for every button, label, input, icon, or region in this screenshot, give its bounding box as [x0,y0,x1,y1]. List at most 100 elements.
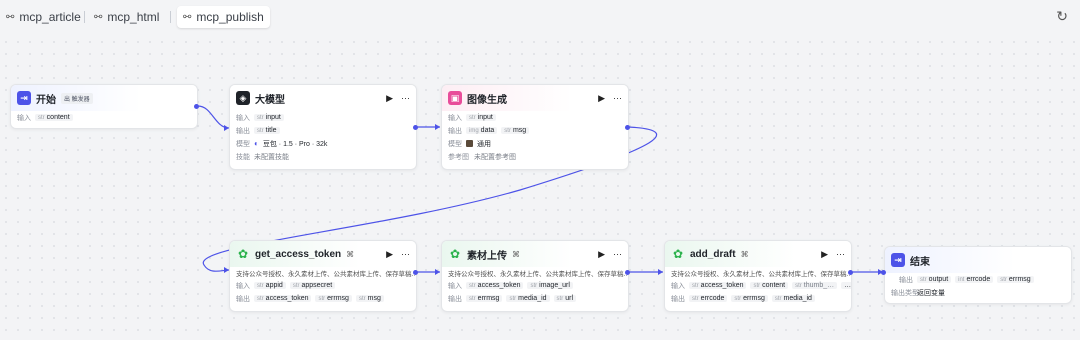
type-tag: str [257,295,264,302]
input-row: 输入 str input [442,111,628,124]
type-tag: str [504,127,511,134]
type-tag: str [257,282,264,289]
node-get-access-token[interactable]: ✿ get_access_token ⌘ ▶ ··· 支持公众号授权、永久素材上传… [229,240,417,312]
node-image-gen[interactable]: ▣ 图像生成 ▶ ··· 输入 str input 输出 img data str ms… [441,84,629,170]
variable-name: appid [265,282,283,289]
variable-chip: str errcode [689,295,728,302]
node-end[interactable]: ⇥ 结束 输出 str output int errcode str errmsg 输… [884,246,1072,304]
node-title: add_draft [690,248,736,260]
row-label: 输入 [17,114,31,122]
node-llm[interactable]: ◈ 大模型 ▶ ··· 输入 str input 输出 str title 模型 ◐ … [229,84,417,170]
output-port[interactable] [413,125,418,130]
variable-chip: str content [750,282,789,289]
input-port[interactable] [881,270,886,275]
row-label: 输出 [236,295,250,303]
type-tag: str [692,282,699,289]
type-tag: str [774,295,782,302]
row-label: 输出 [448,295,462,303]
output-port[interactable] [194,104,199,109]
type-tag: str [1000,276,1007,283]
output-row: 输出 img data str msg [442,124,628,137]
variable-chip: str errmsg [315,295,352,302]
arrow-head [658,269,663,275]
node-title: get_access_token [255,248,342,260]
reference-row: 参考图 未配置参考图 [442,150,628,163]
row-label: 输入 [236,282,250,290]
variable-name: title [265,127,277,134]
variable-name: access_token [700,282,744,289]
more-icon[interactable]: ··· [613,93,622,104]
run-icon[interactable]: ▶ [386,249,393,260]
row-label: 模型 [448,140,462,148]
row-label: 输出 [899,276,913,284]
row-label: 输入 [448,114,462,122]
variable-chip: str errmsg [997,276,1034,283]
output-port[interactable] [625,270,630,275]
node-description: 支持公众号授权、永久素材上传、公共素材库上传、保存草稿… [448,271,628,278]
skill-value: 未配置技能 [254,153,289,161]
wechat-icon: ✿ [449,247,461,261]
row-label: 输出 [671,295,685,303]
variable-chip: str msg [501,127,530,134]
variable-name: output [928,276,949,283]
type-tag: str [469,295,476,302]
more-icon[interactable]: ··· [401,249,410,260]
output-row: 输出 str errmsg str media_id str url [442,292,628,305]
node-add-draft[interactable]: ✿ add_draft ⌘ ▶ ··· 支持公众号授权、永久素材上传、公共素材库上… [664,240,852,312]
node-material-upload[interactable]: ✿ 素材上传 ⌘ ▶ ··· 支持公众号授权、永久素材上传、公共素材库上传、保存草… [441,240,629,312]
variable-chip: str errmsg [466,295,503,302]
more-icon[interactable]: ··· [401,93,410,104]
type-tag: str [692,295,699,302]
type-tag: str [920,276,927,283]
variable-chip: str appsecret [289,282,336,289]
model-name: 豆包 · 1.5 · Pro · 32k [262,140,328,148]
end-icon: ⇥ [891,253,905,267]
type-tag: img [469,127,479,134]
variable-chip: str access_token [254,295,312,302]
type-tag: str [509,295,517,302]
run-icon[interactable]: ▶ [386,93,393,104]
type-tag: str [257,114,264,121]
skill-row: 技能 未配置技能 [230,150,416,163]
variable-name: url [565,295,573,302]
row-label: 模型 [236,140,250,148]
output-port[interactable] [625,125,630,130]
variable-chip: str input [466,114,496,121]
output-port[interactable] [413,270,418,275]
variable-name: media_id [783,295,812,302]
run-icon[interactable]: ▶ [598,93,605,104]
row-label: 输出 [236,127,250,135]
variable-chip: str image_url [527,282,573,289]
variable-name: media_id [518,295,547,302]
run-icon[interactable]: ▶ [821,249,828,260]
more-variables-chip[interactable]: … [841,282,851,289]
node-title: 图像生成 [467,94,507,106]
plugin-icon: ⌘ [512,249,520,259]
wechat-icon: ✿ [672,247,684,261]
variable-name: errmsg [327,295,349,302]
variable-name: errcode [700,295,725,302]
node-title: 素材上传 [467,250,507,262]
type-tag: str [469,282,476,289]
variable-chip: str media_id [506,295,550,302]
return-type-value: 返回变量 [917,289,945,297]
variable-name: errcode [966,276,991,283]
more-icon[interactable]: ··· [613,249,622,260]
variable-chip: str access_token [466,282,524,289]
variable-chip: int errcode [955,276,994,283]
more-icon[interactable]: ··· [836,249,845,260]
variable-name: errmsg [477,295,500,302]
row-label: 输入 [448,282,462,290]
type-tag: str [734,295,742,302]
output-port[interactable] [848,270,853,275]
input-row: 输入 str access_token str content str thumb_…… [665,279,851,292]
variable-chip: str access_token [689,282,747,289]
variable-chip: str title [254,127,280,134]
variable-chip: str errmsg [731,295,768,302]
type-tag: str [292,282,300,289]
run-icon[interactable]: ▶ [598,249,605,260]
variable-chip: str thumb_… [792,282,838,289]
reference-value: 未配置参考图 [474,153,516,161]
node-start[interactable]: ⇥ 开始 出 触发器 输入 str content [10,84,198,129]
variable-name: msg [367,295,381,302]
